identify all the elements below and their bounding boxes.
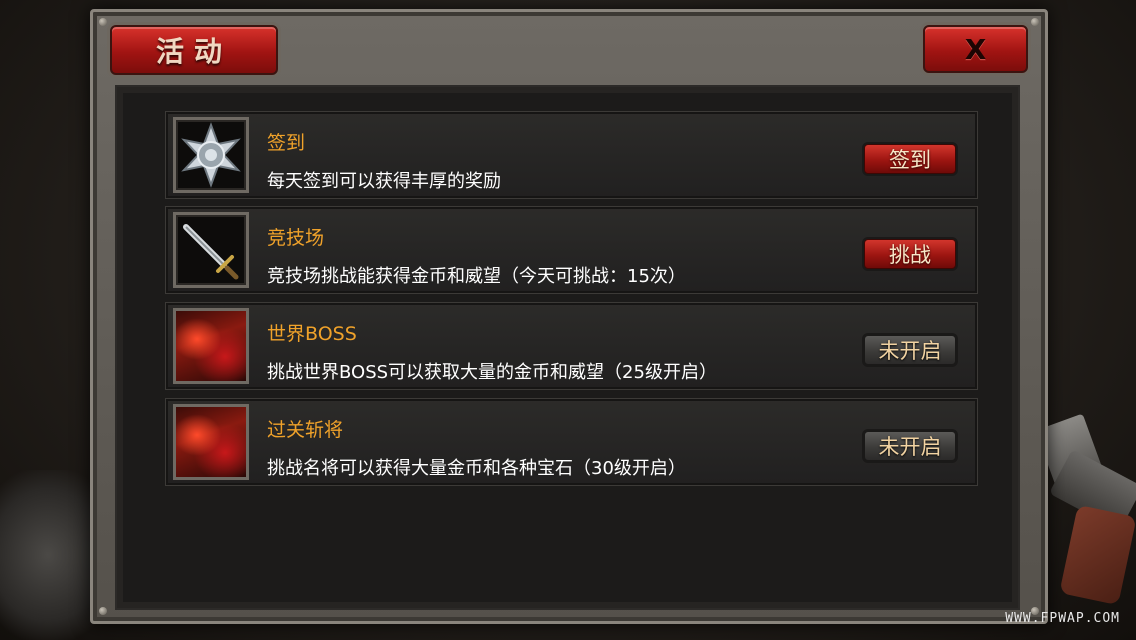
activity-description: 竞技场挑战能获得金币和威望（今天可挑战：15次） (267, 266, 686, 287)
activity-row-world-boss: 世界BOSS 挑战世界BOSS可以获取大量的金币和威望（25级开启） 未开启 (165, 302, 978, 390)
activity-row-arena: 竞技场 竞技场挑战能获得金币和威望（今天可挑战：15次） 挑战 (165, 206, 978, 294)
activity-description: 每天签到可以获得丰厚的奖励 (267, 171, 501, 192)
activity-row-pass-generals: 过关斩将 挑战名将可以获得大量金币和各种宝石（30级开启） 未开启 (165, 398, 978, 486)
activity-name: 竞技场 (267, 227, 325, 249)
boss-tank-icon (173, 308, 249, 384)
close-icon: X (964, 32, 987, 66)
locked-button[interactable]: 未开启 (864, 431, 956, 461)
star-medal-icon (173, 117, 249, 193)
activity-row-signin: 签到 每天签到可以获得丰厚的奖励 签到 (165, 111, 978, 199)
watermark: WWW.FPWAP.COM (1005, 611, 1120, 626)
sword-icon (173, 212, 249, 288)
activity-name: 签到 (267, 132, 306, 154)
boss-tank-icon (173, 404, 249, 480)
activity-name: 世界BOSS (267, 323, 357, 345)
signin-button[interactable]: 签到 (864, 144, 956, 174)
challenge-button[interactable]: 挑战 (864, 239, 956, 269)
window-title-tab: 活动 (110, 25, 278, 75)
window-title: 活动 (155, 35, 232, 68)
activity-description: 挑战世界BOSS可以获取大量的金币和威望（25级开启） (267, 362, 717, 383)
close-button[interactable]: X (923, 25, 1028, 73)
activity-name: 过关斩将 (267, 419, 344, 441)
activity-description: 挑战名将可以获得大量金币和各种宝石（30级开启） (267, 458, 686, 479)
locked-button[interactable]: 未开启 (864, 335, 956, 365)
